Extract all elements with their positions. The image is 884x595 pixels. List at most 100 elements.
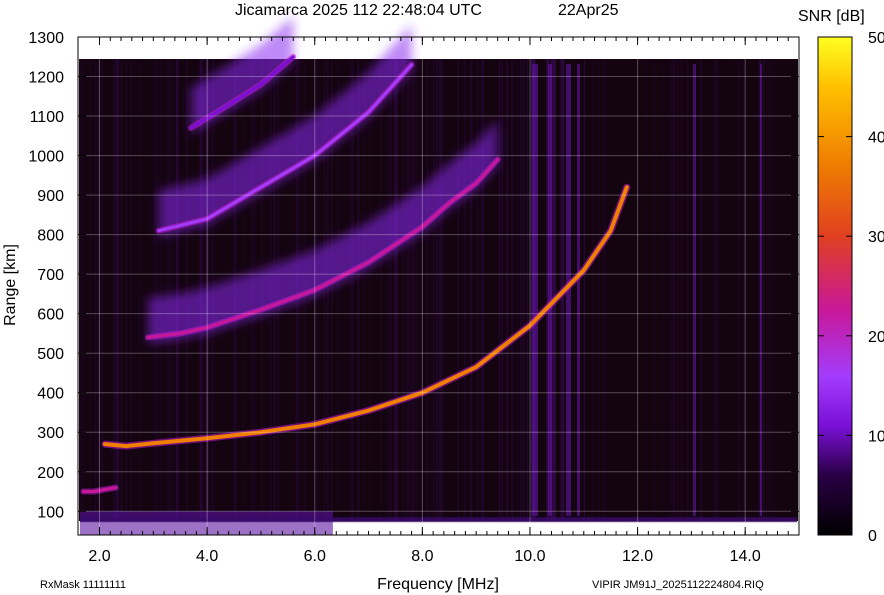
noise-stripe [686,59,689,521]
noise-stripe [677,59,680,521]
noise-stripe [412,59,415,521]
y-tick-label: 400 [37,386,64,403]
chart-date: 22Apr25 [558,2,619,19]
noise-stripe [519,59,522,521]
noise-stripe [357,59,360,521]
noise-stripe [186,59,188,521]
noise-stripe [369,59,372,521]
noise-stripe [715,59,717,521]
noise-stripe [653,59,656,521]
noise-stripe [719,59,721,521]
noise-stripe [415,59,418,521]
noise-stripe [89,59,91,521]
x-tick-label: 12.0 [622,548,653,565]
y-tick-label: 500 [37,346,64,363]
rxmask-label: RxMask 11111111 [40,579,126,591]
filename-label: VIPIR JM91J_2025112224804.RIQ [592,579,764,591]
noise-stripe [693,64,696,516]
x-axis-label: Frequency [MHz] [377,576,499,593]
noise-stripe [763,59,765,521]
noise-stripe [516,59,518,521]
noise-stripe [396,59,398,521]
noise-stripe [175,59,179,521]
noise-stripe [680,59,683,521]
noise-stripe [760,64,762,516]
colorbar-tick-label: 40 [868,130,884,147]
colorbar [817,36,853,536]
noise-stripe [386,59,390,521]
noise-stripe [577,64,580,516]
x-tick-label: 10.0 [514,548,545,565]
noise-stripe [499,59,502,521]
noise-stripe [645,59,647,521]
noise-stripe [364,59,366,521]
noise-stripe [523,59,525,521]
noise-stripe [156,59,159,521]
noise-stripe [670,59,673,521]
x-tick-label: 2.0 [88,548,110,565]
noise-stripe [114,59,117,521]
x-tick-label: 6.0 [304,548,326,565]
noise-stripe [469,59,472,521]
noise-stripe [430,59,432,521]
noise-stripe [767,59,770,521]
y-tick-label: 900 [37,188,64,205]
noise-stripe [406,59,409,521]
noise-stripe [505,59,509,521]
colorbar-tick-label: 0 [868,528,877,545]
x-tick-label: 14.0 [730,548,761,565]
noise-stripe [116,59,119,521]
low-band [80,511,333,536]
colorbar-tick-label: 30 [868,229,884,246]
noise-stripe [501,59,503,521]
noise-stripe [80,59,82,521]
chart-title: Jicamarca 2025 112 22:48:04 UTC [235,2,482,19]
noise-stripe [700,59,702,521]
noise-stripe [379,59,383,521]
noise-stripe [82,59,85,521]
noise-stripe [662,59,665,521]
y-tick-label: 800 [37,228,64,245]
y-tick-label: 1000 [28,149,64,166]
noise-stripe [135,59,137,521]
noise-stripe [477,59,479,521]
noise-stripe [120,59,123,521]
noise-stripe [511,59,514,521]
colorbar-tick-label: 20 [868,329,884,346]
noise-stripe [401,59,404,521]
y-tick-label: 300 [37,425,64,442]
y-tick-label: 1100 [30,109,65,126]
noise-stripe [772,59,774,521]
ionogram-figure: Jicamarca 2025 112 22:48:04 UTC 22Apr25 … [2,2,884,593]
noise-stripe [171,59,174,521]
noise-stripe [672,59,675,521]
y-tick-label: 700 [37,267,64,284]
noise-stripe [548,64,552,516]
noise-stripe [553,59,557,521]
noise-stripe [583,59,585,521]
noise-stripe [153,59,157,521]
colorbar-label: SNR [dB] [798,8,865,25]
noise-stripe [716,59,719,521]
colorbar-tick-label: 50 [868,30,884,47]
noise-stripe [526,59,528,521]
y-tick-label: 1200 [28,70,64,87]
noise-stripe [433,59,435,521]
noise-stripe [738,59,741,521]
baseline-band [80,517,797,523]
y-axis-label: Range [km] [2,244,19,326]
noise-stripe [457,59,459,521]
noise-stripe [435,59,439,521]
noise-stripe [532,64,538,516]
noise-stripe [598,59,600,521]
noise-stripe [93,59,96,521]
noise-stripe [130,59,132,521]
noise-stripe [389,59,393,521]
colorbar-tick-label: 10 [868,428,884,445]
x-tick-label: 4.0 [196,548,218,565]
y-tick-label: 200 [37,465,64,482]
noise-stripe [441,59,444,521]
noise-stripe [463,59,466,521]
x-tick-label: 8.0 [411,548,433,565]
noise-stripe [426,59,429,521]
